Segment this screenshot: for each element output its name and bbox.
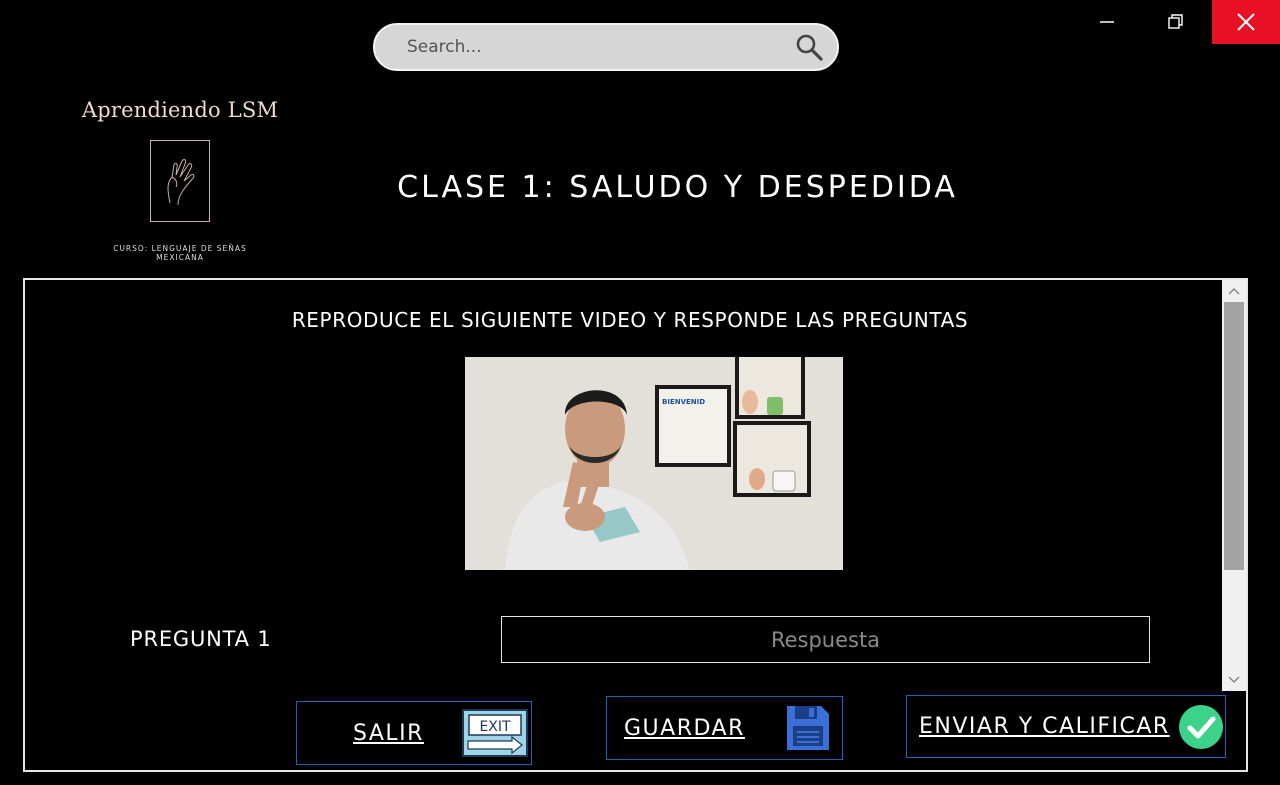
- close-icon: [1237, 13, 1255, 31]
- restore-button[interactable]: [1143, 0, 1209, 44]
- exit-icon-text: EXIT: [479, 719, 511, 735]
- submit-button-label: ENVIAR Y CALIFICAR: [919, 714, 1170, 739]
- chevron-up-icon: [1228, 287, 1240, 295]
- hand-logo-icon: [167, 159, 195, 206]
- brand-name: Aprendiendo LSM: [81, 98, 279, 122]
- search-icon[interactable]: [795, 33, 823, 61]
- close-button[interactable]: [1212, 0, 1280, 44]
- search-bar: [373, 23, 839, 71]
- minimize-button[interactable]: [1074, 0, 1140, 44]
- submit-and-grade-button[interactable]: ENVIAR Y CALIFICAR: [906, 695, 1226, 758]
- chevron-down-icon: [1228, 676, 1240, 684]
- video-frame-image: BIENVENID: [465, 357, 843, 570]
- brand-subtitle-line-2: MEXICANA: [156, 253, 204, 262]
- page-title: CLASE 1: SALUDO Y DESPEDIDA: [397, 170, 958, 205]
- save-button[interactable]: GUARDAR: [606, 696, 843, 760]
- scroll-down-button[interactable]: [1222, 669, 1246, 691]
- scroll-thumb[interactable]: [1224, 302, 1244, 570]
- scroll-up-button[interactable]: [1222, 280, 1246, 302]
- exit-button-label: SALIR: [353, 720, 424, 746]
- search-input[interactable]: [405, 36, 795, 58]
- question-label: PREGUNTA 1: [130, 627, 272, 651]
- lesson-video[interactable]: BIENVENID: [465, 357, 843, 570]
- instructions-text: REPRODUCE EL SIGUIENTE VIDEO Y RESPONDE …: [291, 308, 969, 332]
- brand-subtitle: CURSO: LENGUAJE DE SEÑAS MEXICANA: [80, 244, 280, 262]
- answer-input[interactable]: [501, 616, 1150, 663]
- video-sign-text: BIENVENID: [662, 398, 705, 406]
- vertical-scrollbar[interactable]: [1222, 280, 1246, 691]
- check-circle-icon: [1178, 704, 1223, 749]
- brand-logo-block: Aprendiendo LSM CURSO: LENGUAJE DE SEÑAS…: [80, 98, 280, 262]
- exit-button[interactable]: SALIR EXIT: [296, 701, 532, 765]
- exit-sign-icon: EXIT: [461, 709, 528, 757]
- brand-subtitle-line-1: CURSO: LENGUAJE DE SEÑAS: [113, 244, 247, 253]
- minimize-icon: [1100, 21, 1114, 23]
- save-button-label: GUARDAR: [624, 715, 745, 741]
- hand-logo-frame: [150, 140, 210, 222]
- floppy-disk-icon: [786, 706, 829, 750]
- restore-icon: [1168, 14, 1183, 29]
